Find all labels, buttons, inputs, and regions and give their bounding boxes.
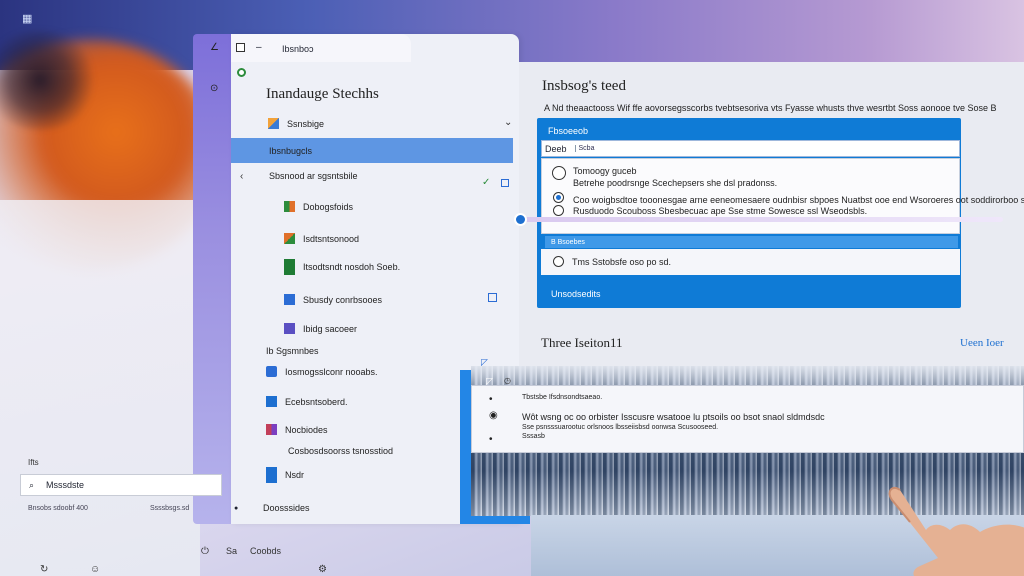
app-icon: [268, 118, 279, 129]
main-description: A Nd theaactooss Wif ffe aovorsegsscorbs…: [544, 103, 997, 113]
nav-item-10[interactable]: Ecebsntsoberd.: [266, 396, 348, 407]
card-input-chip: Scba: [574, 145, 594, 152]
nav-item-6[interactable]: Sbusdy conrbsooes: [284, 294, 382, 305]
square-icon: [488, 293, 497, 302]
nav-item-label: Doosssides: [263, 503, 310, 513]
section-title: Three Iseiton11: [541, 335, 623, 350]
side-rail: [193, 34, 231, 524]
app-icon: [284, 233, 295, 244]
nav-item-0[interactable]: Ssnsbige: [268, 118, 324, 129]
app-icon: [284, 201, 295, 212]
nav-item-label: Cosbosdsoorss tsnosstiod: [288, 446, 394, 456]
minimize-icon[interactable]: –: [256, 42, 262, 53]
dropdown-option-2[interactable]: Coo woigbsdtoe tooonesgae arne eeneomesa…: [573, 195, 1024, 205]
notice-dot-icon: •: [489, 394, 493, 405]
back-icon[interactable]: ∠: [210, 42, 219, 53]
nav-item-7[interactable]: Ibidg sacoeer: [284, 323, 357, 334]
chevron-down-icon[interactable]: ⌄: [504, 117, 512, 128]
chevron-left-icon[interactable]: ‹: [240, 171, 243, 182]
app-icon: [266, 396, 277, 407]
dropdown-option-last[interactable]: Tms Sstobsfe oso po sd.: [572, 257, 671, 267]
search-label: Ifts: [28, 458, 39, 467]
select-checkbox[interactable]: [236, 43, 245, 52]
notice-dot-icon-2: •: [489, 434, 493, 445]
notice-line-2: Sse psnsssuarootuc orlsnoos lbsseiisbsd …: [522, 424, 719, 431]
card-input-value: Deeb: [545, 143, 567, 154]
user-icon[interactable]: ☺: [90, 564, 100, 575]
dropdown-option-3[interactable]: Rusduodo Scouboss Sbesbecuac ape Sse stm…: [573, 206, 867, 216]
app-icon: [266, 424, 277, 435]
nav-item-1[interactable]: Ibsnbugcls: [269, 146, 312, 156]
power-icon[interactable]: ⏻: [201, 546, 209, 557]
radio-option-3[interactable]: [553, 205, 564, 216]
nav-item-label: Iosmogsslconr nooabs.: [285, 366, 378, 377]
nav-item-label: Sbusdy conrbsooes: [303, 294, 383, 305]
square-icon: [501, 179, 509, 187]
search-icon: ⌕: [29, 479, 35, 490]
notice-info-icon[interactable]: ◉: [489, 410, 498, 421]
app-icon: [266, 366, 277, 377]
hand-pointer-image: [888, 486, 1024, 576]
nav-item-label: Itsodtsndt nosdoh Soeb.: [303, 262, 401, 272]
nav-dot-icon: ⊙: [210, 83, 219, 94]
bottom-label-2[interactable]: Coobds: [250, 546, 281, 556]
notice-line-1: Wôt wsng oc oo orbister Isscusre wsatooe…: [522, 412, 825, 422]
bottom-label-1: Sa: [226, 546, 238, 556]
radio-option-2[interactable]: [553, 192, 564, 203]
status-dot-icon: [237, 68, 246, 77]
nav-item-label: Ecebsntsoberd.: [285, 396, 348, 407]
nav-item-8[interactable]: Ib Sgsmnbes: [266, 346, 319, 356]
refresh-icon[interactable]: ↻: [40, 564, 48, 575]
app-icon: [284, 259, 295, 275]
nav-item-5[interactable]: Itsodtsndt nosdoh Soeb.: [284, 259, 400, 275]
app-icon: [284, 323, 295, 334]
card-header: Fbsoeeob: [548, 126, 589, 136]
selected-row[interactable]: B Bsoebes: [545, 236, 958, 248]
dropdown-heading: Tomoogy guceb: [573, 166, 637, 176]
main-title: Insbsog's teed: [542, 78, 626, 94]
nav-item-14[interactable]: Doosssides: [263, 503, 310, 513]
nav-item-13[interactable]: Nsdr: [266, 467, 304, 483]
search-hint-left: Bnsobs sdoobf 400: [28, 505, 88, 512]
wallpaper-pale-area: [0, 200, 200, 576]
nav-item-12[interactable]: Cosbosdsoorss tsnosstiod: [288, 446, 393, 456]
window-menu-icon[interactable]: ▦: [22, 12, 32, 25]
nav-item-label: Isdtsntsonood: [303, 233, 360, 244]
check-icon: ✓: [482, 177, 491, 188]
radio-option-0[interactable]: [552, 166, 566, 180]
nav-item-label: Ibsnbugcls: [269, 146, 313, 156]
slider-track[interactable]: [523, 217, 1003, 222]
search-hint-right: Ssssbsgs.sd: [150, 505, 190, 512]
nav-item-11[interactable]: Nocbiodes: [266, 424, 328, 435]
app-icon: [266, 467, 277, 483]
nav-item-label: Ib Sgsmnbes: [266, 346, 319, 356]
clock-icon: ◷: [504, 376, 511, 385]
nav-item-label: Nsdr: [285, 470, 305, 480]
notice-line-3: Sssasb: [522, 433, 545, 440]
search-input[interactable]: ⌕ Msssdste: [20, 474, 222, 496]
card-input[interactable]: Deeb Scba: [541, 140, 960, 157]
nav-item-label: Nocbiodes: [285, 424, 328, 435]
nav-item-label: Sbsnood ar sgsntsbile: [269, 171, 358, 181]
search-value: Msssdste: [46, 480, 85, 490]
app-icon: [284, 294, 295, 305]
nav-item-label: Ibidg sacoeer: [303, 323, 358, 334]
page-title: Inandauge Stechhs: [266, 86, 379, 102]
settings-icon[interactable]: ⚙: [318, 564, 327, 575]
bullet-icon: ●: [234, 505, 239, 512]
nav-item-9[interactable]: Iosmogsslconr nooabs.: [266, 366, 378, 377]
nav-item-label: Dobogsfoids: [303, 201, 354, 212]
section-link[interactable]: Ueen Ioer: [960, 337, 1004, 349]
nav-item-3[interactable]: Dobogsfoids: [284, 201, 353, 212]
nav-item-2[interactable]: Sbsnood ar sgsntsbile: [269, 171, 358, 181]
dropdown-option-1[interactable]: Betrehe poodrsnge Scechepsers she dsl pr…: [573, 178, 777, 188]
nav-item-4[interactable]: Isdtsntsonood: [284, 233, 359, 244]
radio-option-last[interactable]: [553, 256, 564, 267]
notice-title: Tbstsbe Ifsdnsondtsaeao.: [522, 394, 603, 401]
slider-thumb[interactable]: [514, 213, 527, 226]
nav-item-label: Ssnsbige: [287, 118, 325, 129]
card-footer[interactable]: Unsodsedits: [551, 289, 601, 299]
tab-title: Ibsnboɔ: [282, 44, 314, 54]
